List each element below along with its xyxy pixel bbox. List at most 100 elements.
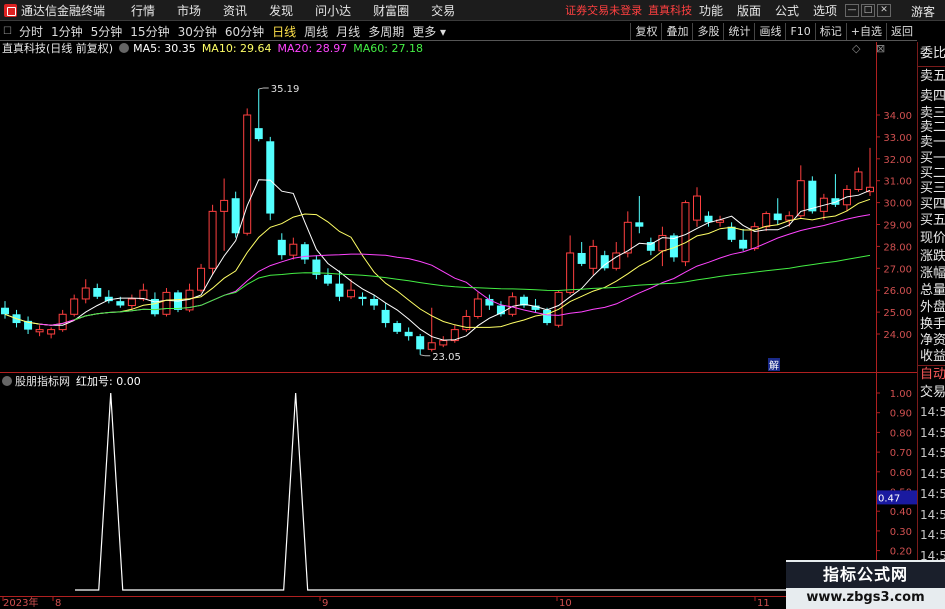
- candle-body-up: [81, 287, 90, 300]
- candle-body-up: [427, 342, 436, 350]
- candle-body-up: [47, 329, 56, 335]
- candle-body-up: [58, 313, 67, 331]
- x-tick-label: 11: [757, 598, 770, 609]
- time-row: 14:56: [920, 446, 945, 461]
- time-row: 14:56: [920, 487, 945, 502]
- indicator-name: 股朋指标网: [15, 375, 70, 388]
- candle-body-down: [635, 222, 644, 227]
- x-tick-label: 10: [559, 598, 572, 609]
- candle-body-up: [566, 252, 575, 293]
- sub-y-tick-label: 0.90: [890, 409, 912, 420]
- side-label-buy4: 买四: [920, 197, 945, 213]
- high-price-label: 35.19: [271, 84, 300, 95]
- auto-trade-label-1[interactable]: 自动: [918, 366, 945, 384]
- stock-label: 直真科技(日线 前复权): [2, 42, 114, 55]
- candle-body-down: [335, 283, 344, 297]
- chart-canvas[interactable]: 24.00 25.00 26.00 27.00 28.00 29.00 30.00 31.00…: [0, 0, 917, 609]
- candle-body-down: [254, 128, 263, 140]
- low-price-label: 23.05: [432, 352, 461, 363]
- candle-body-up: [162, 291, 171, 315]
- candle-body-down: [543, 309, 552, 324]
- candle-body-down: [600, 255, 609, 269]
- side-label-change: 涨跌: [920, 249, 945, 265]
- time-row: 14:56: [920, 507, 945, 522]
- sub-eye-icon[interactable]: [2, 376, 12, 386]
- candle-body-down: [358, 296, 367, 299]
- candle-body-down: [381, 309, 390, 324]
- candle-body-down: [323, 274, 332, 284]
- eye-icon[interactable]: [119, 43, 130, 53]
- time-row: 14:56: [920, 528, 945, 543]
- candle-body-up: [473, 298, 482, 317]
- candle-body-up: [589, 245, 598, 269]
- y-tick-label: 30.00: [883, 199, 912, 210]
- candle-body-up: [197, 267, 206, 291]
- candle-body-down: [739, 239, 748, 249]
- candle-body-up: [347, 289, 355, 298]
- y-tick-label: 29.00: [883, 221, 912, 232]
- candle-body-down: [773, 213, 782, 221]
- side-label-sell5: 卖五: [920, 69, 945, 85]
- candle-body-down: [93, 288, 102, 297]
- candle-body-down: [277, 239, 286, 256]
- ma10-line: [4, 198, 871, 328]
- high-pointer: [258, 87, 269, 90]
- candle-body-up: [439, 340, 448, 346]
- ma10-label: MA10: 29.64: [201, 41, 272, 55]
- candle-body-up: [289, 243, 298, 256]
- sub-y-tick-label: 0.80: [890, 428, 912, 439]
- side-label-eps: 收益: [920, 349, 945, 365]
- candle-body-down: [116, 301, 125, 306]
- sub-y-tick-label: 0.40: [890, 507, 912, 518]
- watermark-title: 指标公式网: [786, 562, 945, 588]
- time-row: 14:56: [920, 466, 945, 481]
- side-label-buy5: 买五: [920, 213, 945, 229]
- candle-body-down: [404, 331, 413, 337]
- sub-y-tick-label: 0.30: [890, 527, 912, 538]
- chart-options-icon[interactable]: ◇ ⊠: [852, 42, 891, 55]
- candle-body-up: [243, 114, 252, 234]
- x-tick-label: 8: [55, 598, 61, 609]
- candle-body-up: [208, 210, 217, 269]
- y-tick-label: 32.00: [883, 155, 912, 166]
- candle-body-up: [35, 329, 44, 333]
- ma60-label: MA60: 27.18: [353, 41, 423, 55]
- candle-body-up: [220, 199, 229, 212]
- candle-body-up: [693, 195, 701, 221]
- red-plus-line: [75, 392, 870, 591]
- side-label-sell3: 卖三: [920, 106, 945, 122]
- candle-body-down: [393, 323, 402, 332]
- y-tick-label: 25.00: [883, 308, 912, 319]
- candle-body-down: [704, 215, 713, 223]
- side-label-sell2: 卖二: [920, 120, 945, 136]
- y-tick-label: 24.00: [883, 330, 912, 341]
- quote-side-panel: 委比 卖五 卖四 卖三 卖二 卖一 买一 买二 买三 买四 买五 现价 涨跌 涨…: [917, 42, 945, 609]
- time-row: 14:56: [920, 405, 945, 420]
- ma60-line: [74, 254, 871, 321]
- side-label-pct: 涨幅: [920, 266, 945, 282]
- ma5-label: MA5: 30.35: [133, 41, 196, 55]
- side-label-buy1: 买一: [920, 151, 945, 167]
- auto-trade-label-2[interactable]: 交易: [918, 384, 945, 402]
- time-row: 14:56: [920, 425, 945, 440]
- candle-body-up: [127, 298, 136, 307]
- candle-body-down: [808, 180, 817, 212]
- low-pointer: [420, 354, 431, 357]
- indicator-value: 红加号: 0.00: [76, 375, 141, 388]
- side-label-outer: 外盘: [920, 300, 945, 316]
- candle-body-up: [70, 298, 79, 315]
- sub-y-tick-label: 0.60: [890, 468, 912, 479]
- cursor-value-label: 0.47: [878, 493, 900, 504]
- side-label-weibi: 委比: [920, 46, 945, 61]
- candle-body-down: [646, 242, 655, 251]
- unlock-marker-label: 解: [769, 359, 779, 372]
- x-tick-label: 2023年: [3, 596, 38, 609]
- candle-body-down: [831, 198, 840, 205]
- y-tick-label: 26.00: [883, 286, 912, 297]
- side-upper-list: 委比 卖五 卖四 卖三 卖二 卖一 买一 买二 买三 买四 买五 现价 涨跌 涨…: [918, 42, 945, 365]
- watermark-url: www.zbgs3.com: [806, 590, 925, 605]
- x-tick-label: 9: [322, 598, 328, 609]
- candle-body-up: [785, 215, 794, 221]
- candle-body-down: [231, 198, 240, 234]
- side-label-buy2: 买二: [920, 166, 945, 182]
